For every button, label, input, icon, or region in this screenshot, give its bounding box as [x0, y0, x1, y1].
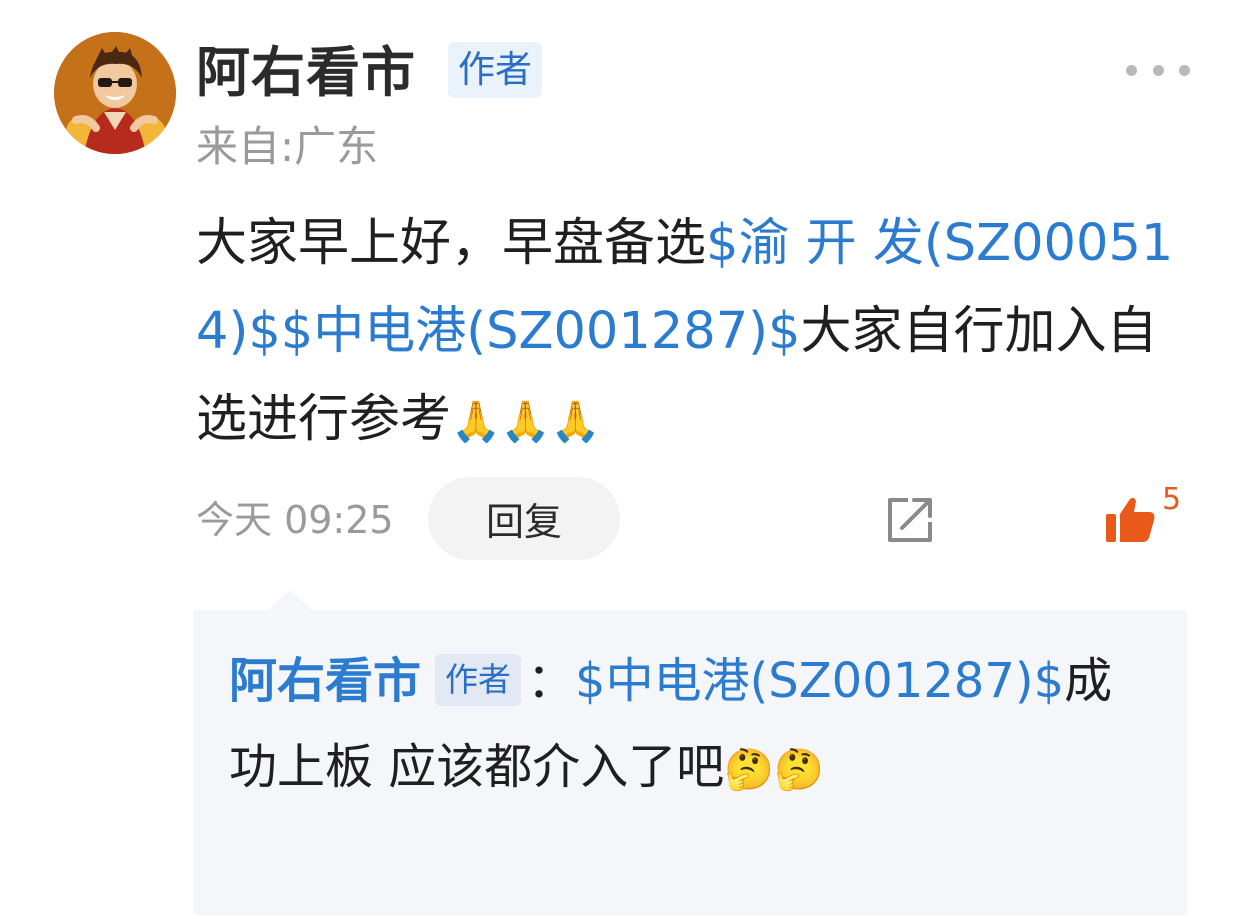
reply-separator: ：	[527, 653, 576, 709]
more-dots-icon	[1179, 64, 1190, 76]
reply-pointer	[266, 590, 314, 612]
reply-author-badge: 作者	[435, 654, 522, 706]
reply-text: 阿右看市 作者 ：$中电港(SZ001287)$成功上板 应该都介入了吧🤔🤔	[229, 638, 1149, 810]
stock-link-zhongdiangang[interactable]: $中电港(SZ001287)$	[281, 302, 801, 361]
reply-preview[interactable]: 阿右看市 作者 ：$中电港(SZ001287)$成功上板 应该都介入了吧🤔🤔	[193, 610, 1187, 915]
thumbs-up-icon	[1106, 497, 1155, 542]
more-dots-icon	[1126, 64, 1137, 76]
reply-button[interactable]: 回复	[428, 477, 620, 560]
like-button[interactable]: 5	[1104, 484, 1184, 546]
thinking-emoji-icon: 🤔🤔	[724, 747, 824, 793]
reply-author-name[interactable]: 阿右看市	[229, 653, 421, 709]
more-options-button[interactable]	[1126, 56, 1190, 84]
post-content: 大家早上好，早盘备选$渝 开 发(SZ000514)$$中电港(SZ001287…	[196, 200, 1186, 464]
author-name[interactable]: 阿右看市	[196, 40, 416, 106]
post-location: 来自:广东	[196, 122, 379, 171]
pray-emoji-icon: 🙏🙏🙏	[451, 399, 601, 445]
post-intro-text: 大家早上好，早盘备选	[196, 214, 707, 273]
post-card: 阿右看市 作者 来自:广东 大家早上好，早盘备选$渝 开 发(SZ000514)…	[0, 0, 1240, 919]
like-count: 5	[1162, 482, 1182, 517]
more-dots-icon	[1152, 64, 1164, 76]
share-icon	[888, 498, 932, 542]
avatar-illustration	[54, 32, 176, 154]
author-badge: 作者	[448, 42, 542, 98]
post-timestamp: 今天 09:25	[196, 498, 394, 542]
author-avatar[interactable]	[54, 32, 176, 154]
reply-stock-link[interactable]: $中电港(SZ001287)$	[575, 653, 1064, 709]
share-button[interactable]	[880, 490, 940, 550]
